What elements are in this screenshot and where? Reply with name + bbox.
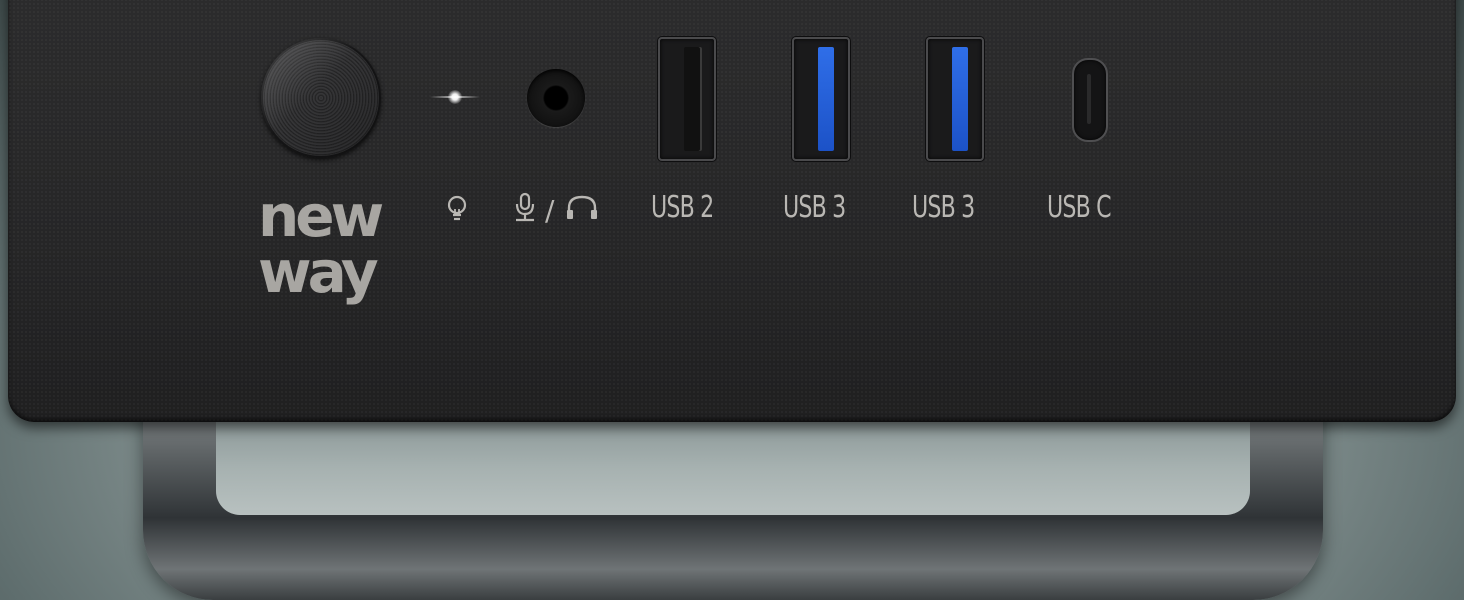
port-label-usb-2: USB 2 [651, 190, 714, 225]
metal-stand-handle [143, 395, 1323, 600]
logo-line-2: way [258, 238, 379, 306]
port-label-usb-3-2: USB 3 [912, 190, 975, 225]
usb-3-port-2-tongue [952, 47, 968, 151]
usb-3-port-2[interactable] [926, 37, 984, 161]
usb-3-port-1[interactable] [792, 37, 850, 161]
audio-separator: / [545, 194, 555, 224]
pc-case-front-panel [8, 0, 1456, 422]
usb-2-port[interactable] [658, 37, 716, 161]
microphone-headphones-icon: / [515, 192, 597, 224]
usb-2-port-tongue [684, 47, 702, 151]
power-led-indicator [430, 90, 480, 104]
brand-logo: new way [258, 182, 394, 306]
power-button[interactable] [261, 38, 381, 158]
lightbulb-icon [447, 195, 467, 221]
pc-front-panel-scene: new way / USB 2 USB 3 USB 3 USB C [0, 0, 1464, 600]
logo-line-1: new [258, 182, 384, 250]
usb-c-port-slot [1087, 74, 1091, 124]
port-label-usb-c: USB C [1047, 190, 1112, 225]
usb-3-port-1-tongue [818, 47, 834, 151]
usb-c-port[interactable] [1072, 58, 1108, 142]
port-label-usb-3-1: USB 3 [783, 190, 846, 225]
audio-jack-port[interactable] [527, 69, 585, 127]
